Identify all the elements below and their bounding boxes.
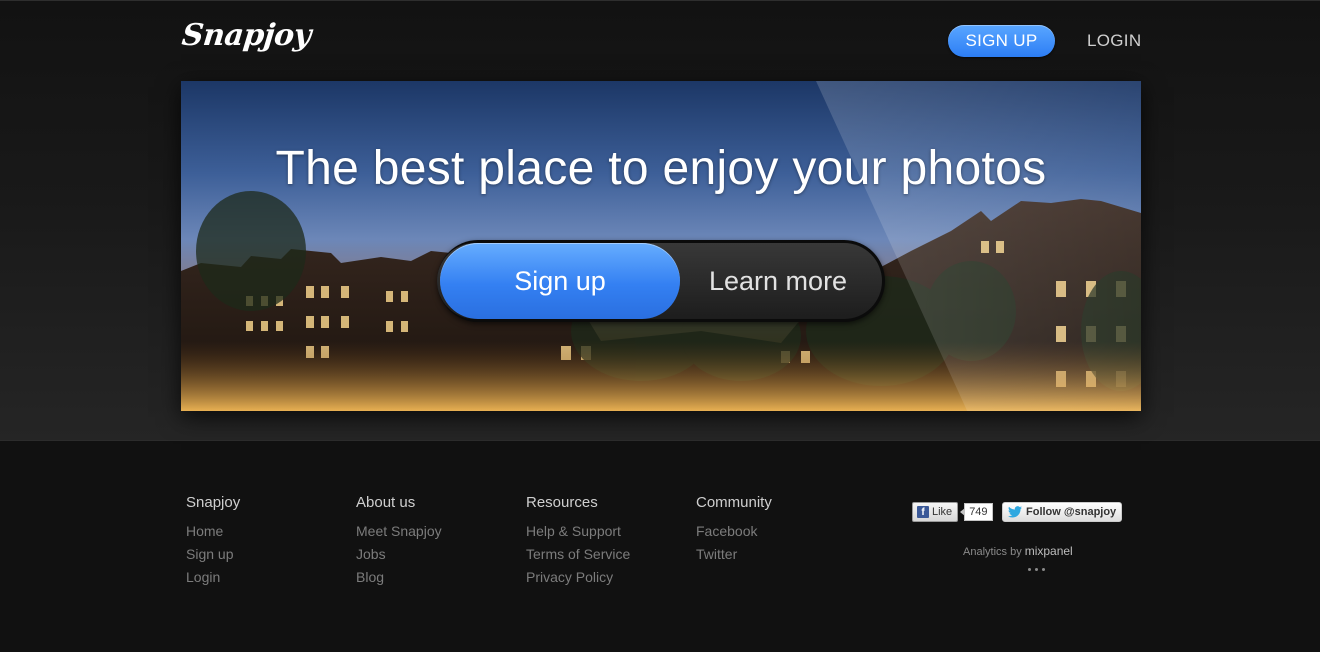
footer-heading: Resources (526, 494, 598, 511)
footer-column-community: Community Facebook Twitter (696, 494, 772, 569)
footer-link-login[interactable]: Login (186, 569, 240, 592)
footer-link-meet-snapjoy[interactable]: Meet Snapjoy (356, 523, 442, 546)
snapjoy-logo[interactable]: Snapjoy (180, 18, 312, 53)
footer-column-snapjoy: Snapjoy Home Sign up Login (186, 494, 240, 592)
footer-link-facebook[interactable]: Facebook (696, 523, 772, 546)
footer-link-home[interactable]: Home (186, 523, 240, 546)
twitter-bird-icon (1008, 506, 1022, 518)
footer-link-blog[interactable]: Blog (356, 569, 442, 592)
hero-banner: The best place to enjoy your photos Lear… (181, 81, 1141, 411)
twitter-follow-button[interactable]: Follow @snapjoy (1002, 502, 1123, 522)
footer-link-signup[interactable]: Sign up (186, 546, 240, 569)
twitter-follow-label: Follow @snapjoy (1026, 506, 1117, 518)
nav-signup-button[interactable]: SIGN UP (948, 25, 1055, 57)
facebook-like-widget: f Like 749 (912, 502, 993, 522)
footer-heading: Snapjoy (186, 494, 241, 511)
analytics-label: Analytics by (963, 546, 1022, 558)
footer-link-twitter[interactable]: Twitter (696, 546, 772, 569)
footer-heading: Community (696, 494, 772, 511)
mixpanel-dots-icon (1028, 558, 1049, 576)
facebook-like-label: Like (932, 506, 953, 518)
nav-login-link[interactable]: LOGIN (1087, 31, 1141, 51)
facebook-like-button[interactable]: f Like (912, 502, 959, 522)
footer-link-help-support[interactable]: Help & Support (526, 523, 630, 546)
facebook-icon: f (917, 506, 929, 518)
hero-title: The best place to enjoy your photos (275, 142, 1047, 195)
footer-column-about: About us Meet Snapjoy Jobs Blog (356, 494, 442, 592)
footer-link-privacy[interactable]: Privacy Policy (526, 569, 630, 592)
facebook-like-count: 749 (960, 503, 993, 521)
footer-column-resources: Resources Help & Support Terms of Servic… (526, 494, 630, 592)
hero-signup-button[interactable]: Sign up (440, 243, 680, 319)
hero-cta-group: Learn more Sign up (437, 240, 885, 322)
analytics-credit[interactable]: Analytics by mixpanel (963, 544, 1073, 558)
footer-link-jobs[interactable]: Jobs (356, 546, 442, 569)
mixpanel-logo: mixpanel (1024, 544, 1073, 558)
footer-link-terms[interactable]: Terms of Service (526, 546, 630, 569)
footer-heading: About us (356, 494, 416, 511)
